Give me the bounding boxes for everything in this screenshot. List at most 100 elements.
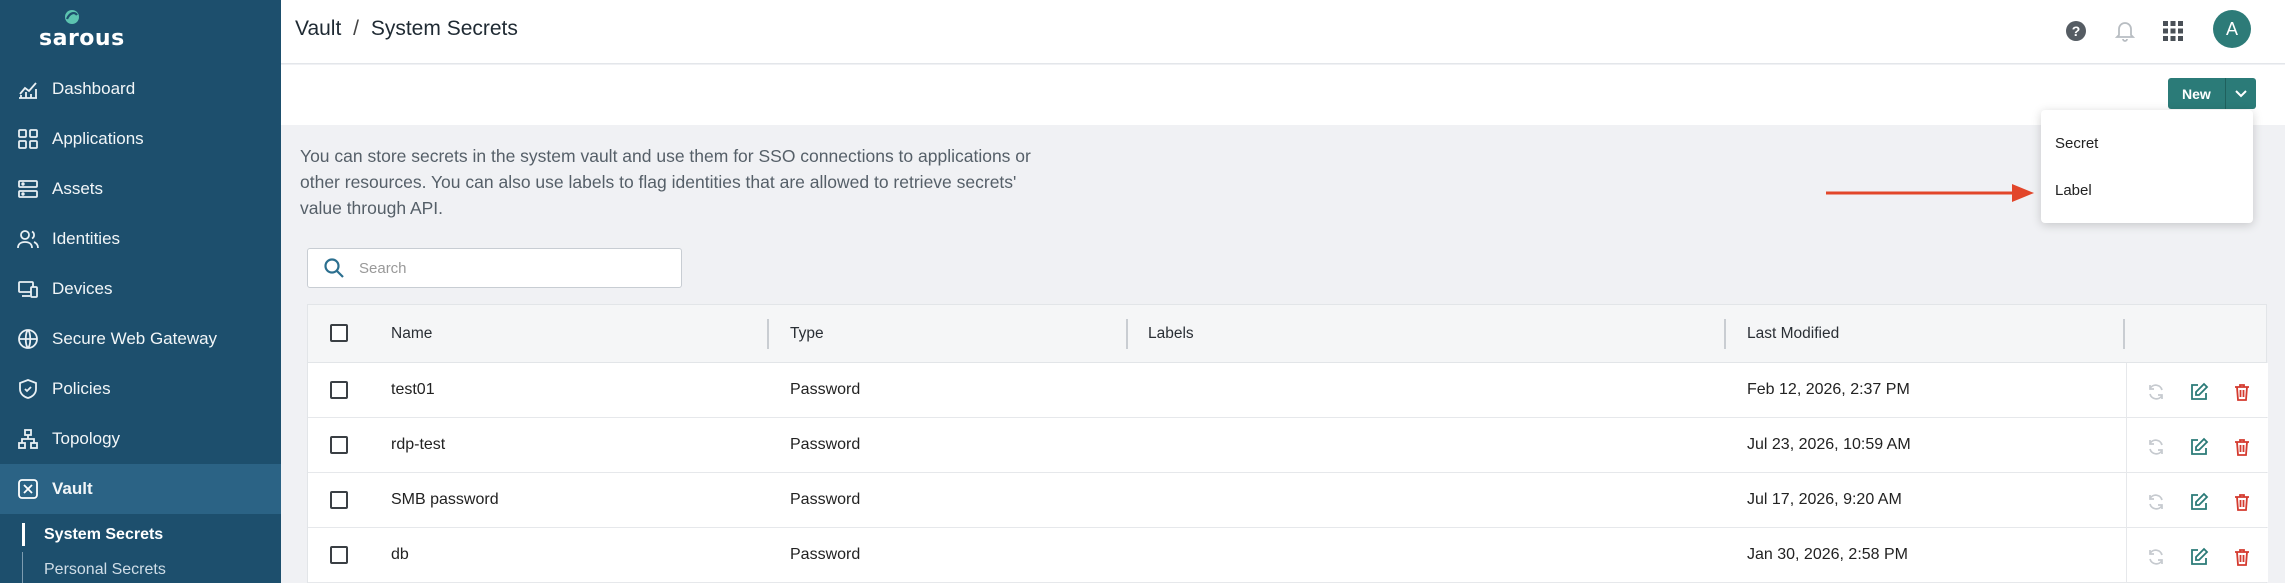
cell-type: Password: [790, 491, 861, 508]
cell-name: SMB password: [391, 491, 499, 508]
menu-item-label[interactable]: Label: [2055, 182, 2092, 199]
server-icon: [17, 178, 39, 200]
sidebar-item-label: Applications: [52, 129, 144, 148]
sidebar-item-label: Policies: [52, 379, 111, 398]
search-box: [307, 248, 682, 288]
row-actions: [2126, 418, 2268, 472]
sidebar-item-secure-web-gateway[interactable]: Secure Web Gateway: [0, 314, 281, 364]
refresh-icon[interactable]: [2145, 491, 2167, 513]
chevron-down-icon: [2235, 89, 2247, 97]
delete-icon[interactable]: [2231, 436, 2253, 458]
sidebar-item-label: Dashboard: [52, 79, 136, 98]
select-all-checkbox[interactable]: [330, 324, 348, 342]
shield-icon: [17, 378, 39, 400]
row-actions: [2126, 363, 2268, 417]
sidebar-item-devices[interactable]: Devices: [0, 264, 281, 314]
top-header: Vault / System Secrets ? A: [281, 0, 2285, 64]
sidebar-item-topology[interactable]: Topology: [0, 414, 281, 464]
column-header-labels[interactable]: Labels: [1148, 325, 1194, 343]
column-divider[interactable]: [1724, 319, 1726, 349]
subnav-item-label: Personal Secrets: [44, 560, 166, 578]
cell-last-modified: Jul 17, 2026, 9:20 AM: [1747, 491, 1902, 508]
edit-icon[interactable]: [2188, 491, 2210, 513]
sidebar-item-assets[interactable]: Assets: [0, 164, 281, 214]
column-divider[interactable]: [2123, 319, 2125, 349]
search-input[interactable]: [359, 259, 659, 277]
breadcrumb-current: System Secrets: [370, 17, 518, 40]
cell-last-modified: Jul 23, 2026, 10:59 AM: [1747, 436, 1911, 453]
cell-name: db: [391, 546, 409, 563]
avatar[interactable]: A: [2213, 10, 2251, 48]
sidebar-item-label: Assets: [52, 179, 104, 198]
cell-name: test01: [391, 381, 435, 398]
row-checkbox[interactable]: [330, 381, 348, 399]
column-divider[interactable]: [767, 319, 769, 349]
edit-icon[interactable]: [2188, 546, 2210, 568]
cell-type: Password: [790, 546, 861, 563]
table-row[interactable]: rdp-test Password Jul 23, 2026, 10:59 AM: [308, 418, 2268, 473]
logo-mark-icon: [65, 10, 79, 24]
svg-text:?: ?: [2072, 23, 2081, 39]
sidebar-item-applications[interactable]: Applications: [0, 114, 281, 164]
delete-icon[interactable]: [2231, 381, 2253, 403]
refresh-icon[interactable]: [2145, 546, 2167, 568]
table-row[interactable]: SMB password Password Jul 17, 2026, 9:20…: [308, 473, 2268, 528]
globe-icon: [17, 328, 39, 350]
subnav-line: [22, 552, 23, 583]
sidebar-item-label: Identities: [52, 229, 121, 248]
column-header-type[interactable]: Type: [790, 325, 824, 343]
users-icon: [17, 228, 39, 250]
cell-last-modified: Jan 30, 2026, 2:58 PM: [1747, 546, 1908, 563]
column-divider[interactable]: [1126, 319, 1128, 349]
table-row[interactable]: test01 Password Feb 12, 2026, 2:37 PM: [308, 363, 2268, 418]
breadcrumb-separator: /: [353, 17, 359, 40]
column-header-last-modified[interactable]: Last Modified: [1747, 325, 1839, 343]
new-dropdown-toggle[interactable]: [2225, 78, 2256, 109]
refresh-icon[interactable]: [2145, 381, 2167, 403]
delete-icon[interactable]: [2231, 491, 2253, 513]
vault-subnav: System Secrets Personal Secrets: [0, 517, 281, 583]
row-actions: [2126, 528, 2268, 582]
page-description: You can store secrets in the system vaul…: [300, 146, 1031, 218]
brand-name: sarous: [39, 26, 125, 51]
table-row[interactable]: db Password Jan 30, 2026, 2:58 PM: [308, 528, 2268, 583]
cell-type: Password: [790, 381, 861, 398]
refresh-icon[interactable]: [2145, 436, 2167, 458]
sidebar-item-label: Devices: [52, 279, 113, 298]
row-checkbox[interactable]: [330, 491, 348, 509]
sidebar: sarous Dashboard Applications Assets Ide…: [0, 0, 281, 583]
breadcrumb: Vault / System Secrets: [295, 17, 518, 41]
sidebar-nav: Dashboard Applications Assets Identities…: [0, 64, 281, 514]
row-checkbox[interactable]: [330, 546, 348, 564]
search-icon: [323, 255, 349, 281]
delete-icon[interactable]: [2231, 546, 2253, 568]
apps-grid-icon[interactable]: [2160, 18, 2186, 44]
vault-icon: [17, 478, 39, 500]
table-header: Name Type Labels Last Modified: [308, 305, 2266, 363]
cell-last-modified: Feb 12, 2026, 2:37 PM: [1747, 381, 1910, 398]
subnav-item-personal-secrets[interactable]: Personal Secrets: [0, 552, 281, 583]
brand-logo[interactable]: sarous: [39, 8, 124, 51]
new-button[interactable]: New: [2168, 78, 2226, 109]
sidebar-item-vault[interactable]: Vault: [0, 464, 281, 514]
devices-icon: [17, 278, 39, 300]
secrets-table: Name Type Labels Last Modified test01 Pa…: [307, 304, 2268, 583]
cell-name: rdp-test: [391, 436, 446, 453]
menu-item-secret[interactable]: Secret: [2055, 135, 2098, 152]
edit-icon[interactable]: [2188, 381, 2210, 403]
column-header-name[interactable]: Name: [391, 325, 432, 343]
sidebar-item-dashboard[interactable]: Dashboard: [0, 64, 281, 114]
sidebar-item-label: Secure Web Gateway: [52, 329, 218, 348]
new-dropdown-menu: Secret Label: [2041, 110, 2253, 223]
bell-icon[interactable]: [2112, 18, 2138, 44]
new-button-group: New: [2168, 78, 2256, 109]
edit-icon[interactable]: [2188, 436, 2210, 458]
sidebar-item-policies[interactable]: Policies: [0, 364, 281, 414]
row-checkbox[interactable]: [330, 436, 348, 454]
subnav-item-system-secrets[interactable]: System Secrets: [0, 517, 281, 552]
breadcrumb-root[interactable]: Vault: [295, 17, 341, 40]
sidebar-item-label: Topology: [52, 429, 121, 448]
sidebar-item-identities[interactable]: Identities: [0, 214, 281, 264]
toolbar: New: [281, 65, 2285, 125]
help-icon[interactable]: ?: [2063, 18, 2089, 44]
